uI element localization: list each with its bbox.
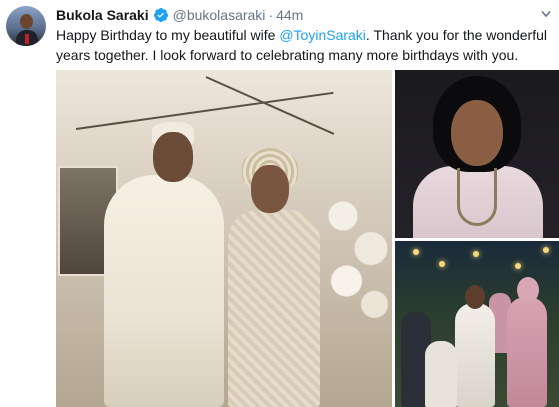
stage-light: [439, 261, 445, 267]
stage-light: [473, 251, 479, 257]
avatar[interactable]: [6, 6, 46, 46]
verified-badge-icon: [153, 8, 168, 22]
photo-portrait[interactable]: [395, 70, 559, 238]
stage-light: [543, 247, 549, 253]
groom-head: [153, 132, 193, 182]
portrait-necklace: [457, 168, 497, 226]
timestamp[interactable]: 44m: [276, 7, 303, 23]
mention-link[interactable]: @ToyinSaraki: [279, 27, 366, 43]
tweet-text-start: Happy Birthday to my beautiful wife: [56, 27, 280, 43]
bride-head: [251, 165, 289, 213]
tweet-text: Happy Birthday to my beautiful wife @Toy…: [56, 25, 552, 65]
avatar-tie: [25, 34, 29, 44]
groom-figure: [104, 175, 224, 407]
photo-couple[interactable]: [56, 70, 392, 407]
portrait-face: [451, 100, 503, 166]
woman-headwrap: [517, 277, 539, 303]
photo-event[interactable]: [395, 241, 559, 407]
media-grid: [56, 70, 559, 407]
avatar-face: [20, 14, 33, 29]
separator: ·: [268, 7, 274, 23]
ceiling-beam: [75, 91, 334, 130]
bride-figure: [228, 210, 320, 407]
ceiling-beam: [205, 76, 335, 135]
guest-figure: [425, 341, 457, 407]
chevron-down-icon[interactable]: [541, 10, 551, 18]
man-figure: [455, 303, 495, 407]
woman-figure: [507, 297, 547, 407]
stage-light: [413, 249, 419, 255]
man-head: [465, 285, 485, 309]
stage-light: [515, 263, 521, 269]
tweet-header: Bukola Saraki @bukolasaraki · 44m: [56, 6, 303, 24]
author-handle[interactable]: @bukolasaraki: [173, 7, 266, 23]
flower-arrangement: [322, 190, 392, 320]
author-name[interactable]: Bukola Saraki: [56, 7, 149, 23]
